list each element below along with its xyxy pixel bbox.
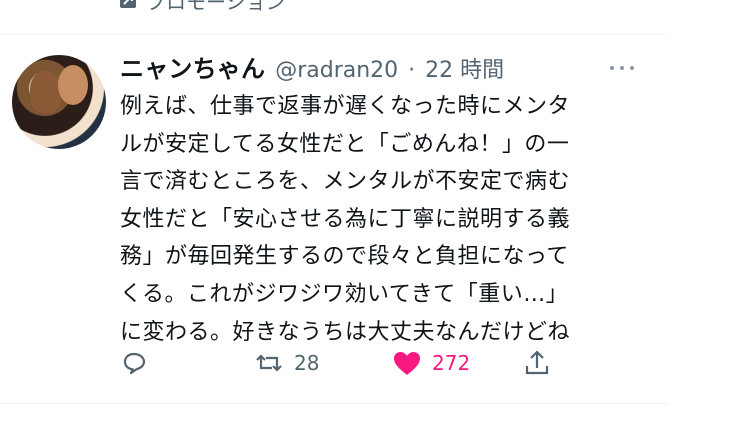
avatar[interactable]	[12, 55, 106, 149]
promotion-label: プロモーション	[146, 0, 286, 14]
timestamp[interactable]: 22 時間	[425, 52, 504, 84]
reply-button[interactable]	[120, 346, 148, 380]
handle[interactable]: @radran20	[275, 58, 398, 83]
promotion-icon	[118, 0, 138, 10]
tweet-text-line: くる。これがジワジワ効いてきて「重い…」	[120, 281, 569, 307]
tweet-header: ニャンちゃん @radran20 · 22 時間	[120, 49, 504, 84]
display-name[interactable]: ニャンちゃん	[120, 49, 265, 84]
like-count: 272	[432, 351, 471, 375]
retweet-count: 28	[294, 351, 320, 375]
heart-icon	[391, 348, 423, 378]
retweet-icon	[253, 349, 285, 377]
retweet-button[interactable]: 28	[253, 346, 319, 380]
more-icon[interactable]	[610, 66, 634, 74]
meta-separator: ·	[408, 58, 416, 83]
share-icon	[522, 348, 552, 378]
like-button[interactable]: 272	[391, 346, 470, 380]
tweet-actions: 28 272	[120, 346, 560, 380]
tweet-text-line: 言で済むところを、メンタルが不安定で病む	[120, 169, 571, 195]
tweet-text-line: 女性だと「安心させる為に丁寧に説明する義	[120, 206, 571, 232]
tweet-text-line: ルが安定してる女性だと「ごめんね！」の一	[120, 131, 570, 157]
tweet-text-line: 務」が毎回発生するので段々と負担になって	[120, 244, 569, 270]
share-button[interactable]	[522, 346, 552, 380]
bottom-divider	[0, 403, 668, 404]
promotion-indicator: プロモーション	[118, 0, 286, 14]
top-divider	[0, 34, 668, 35]
tweet-text-line: 例えば、仕事で返事が遅くなった時にメンタ	[120, 94, 571, 119]
reply-icon	[120, 349, 148, 377]
tweet-text: 例えば、仕事で返事が遅くなった時にメンタ ルが安定してる女性だと「ごめんね！」の…	[120, 88, 645, 351]
